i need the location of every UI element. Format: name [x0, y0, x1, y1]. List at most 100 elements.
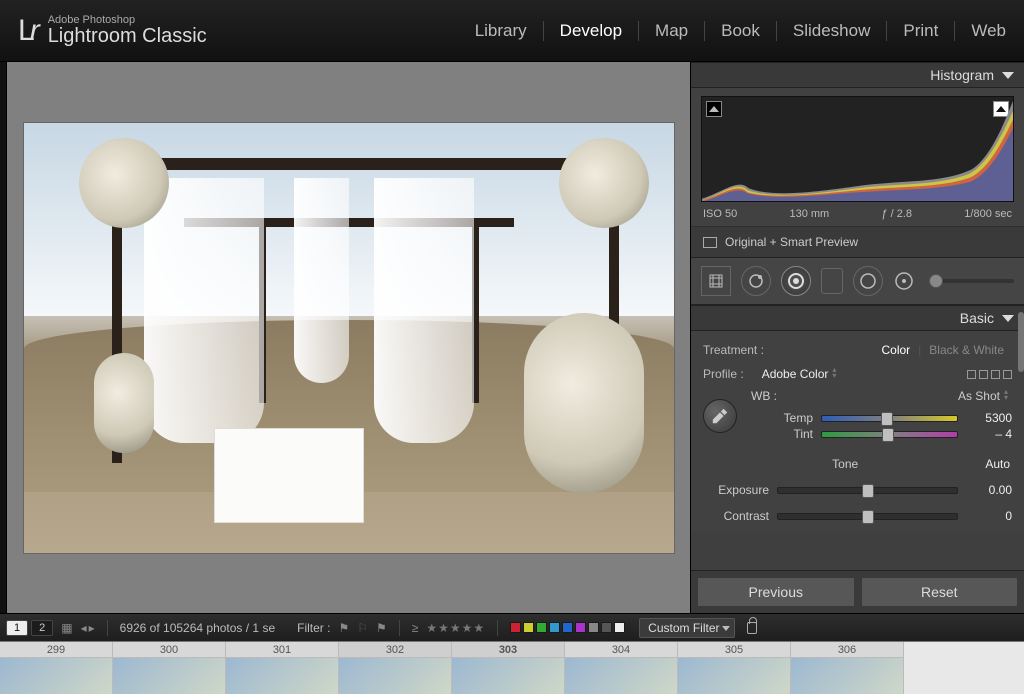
basic-panel: Treatment : Color | Black & White Profil…	[691, 331, 1024, 531]
brush-tool[interactable]	[893, 266, 915, 296]
module-picker: LibraryDevelopMapBookSlideshowPrintWeb	[459, 21, 1006, 41]
histogram-panel: ISO 50 130 mm ƒ / 2.8 1/800 sec	[691, 88, 1024, 226]
module-tab-print[interactable]: Print	[887, 21, 955, 41]
color-label-filter[interactable]	[510, 622, 625, 633]
flag-unflagged-icon[interactable]: ⚐	[357, 621, 368, 635]
module-tab-web[interactable]: Web	[955, 21, 1006, 41]
exposure-label: Exposure	[703, 483, 769, 497]
module-tab-book[interactable]: Book	[705, 21, 777, 41]
thumb-index: 304	[565, 642, 677, 658]
contrast-value[interactable]: 0	[966, 509, 1012, 523]
thumb-index: 305	[678, 642, 790, 658]
contrast-slider[interactable]	[777, 513, 958, 520]
crop-tool[interactable]	[701, 266, 731, 296]
basic-header[interactable]: Basic	[691, 305, 1024, 331]
filmstrip-thumb[interactable]: 303	[452, 642, 565, 694]
exposure-slider[interactable]	[777, 487, 958, 494]
temp-slider[interactable]	[821, 415, 958, 422]
graduated-filter-tool[interactable]	[821, 268, 843, 294]
filmstrip-thumb[interactable]: 300	[113, 642, 226, 694]
wb-label: WB :	[751, 389, 777, 403]
profile-value[interactable]: Adobe Color▴▾	[762, 367, 837, 381]
right-panel: Histogram ISO 50 130 mm ƒ / 2.8 1/800 se…	[690, 62, 1024, 613]
profile-browser-icon[interactable]	[967, 370, 1012, 379]
color-swatch[interactable]	[588, 622, 599, 633]
wb-dropdown[interactable]: As Shot▴▾	[958, 389, 1008, 403]
radial-filter-tool[interactable]	[853, 266, 883, 296]
photo-count-status[interactable]: 6926 of 105264 photos / 1 se	[120, 621, 275, 635]
color-swatch[interactable]	[549, 622, 560, 633]
color-swatch[interactable]	[536, 622, 547, 633]
filmstrip-thumb[interactable]: 304	[565, 642, 678, 694]
next-photo-icon[interactable]: ▸	[89, 621, 95, 635]
rating-filter[interactable]: ★★★★★	[426, 621, 485, 635]
module-tab-develop[interactable]: Develop	[544, 21, 639, 41]
module-tab-slideshow[interactable]: Slideshow	[777, 21, 888, 41]
tint-value[interactable]: – 4	[966, 427, 1012, 441]
flag-rejected-icon[interactable]: ⚑	[376, 621, 387, 635]
flag-picked-icon[interactable]: ⚑	[338, 621, 349, 635]
redeye-tool[interactable]	[781, 266, 811, 296]
spot-removal-tool[interactable]	[741, 266, 771, 296]
filter-lock-icon[interactable]	[747, 622, 757, 634]
tint-slider[interactable]	[821, 431, 958, 438]
display-1[interactable]: 1	[6, 620, 28, 636]
thumb-image	[565, 658, 677, 694]
thumb-image	[791, 658, 903, 694]
color-swatch[interactable]	[614, 622, 625, 633]
module-tab-library[interactable]: Library	[459, 21, 544, 41]
exposure-value[interactable]: 0.00	[966, 483, 1012, 497]
local-tools-row	[691, 257, 1024, 305]
app-logo: Lr Adobe Photoshop Lightroom Classic	[18, 14, 207, 48]
brand-main: Lightroom Classic	[48, 26, 207, 46]
preview-status-row[interactable]: Original + Smart Preview	[691, 226, 1024, 257]
prev-photo-icon[interactable]: ◂	[81, 621, 87, 635]
rating-gte-icon[interactable]: ≥	[412, 621, 419, 635]
color-swatch[interactable]	[562, 622, 573, 633]
module-tab-map[interactable]: Map	[639, 21, 705, 41]
filmstrip-thumb[interactable]: 306	[791, 642, 904, 694]
preview-status-label: Original + Smart Preview	[725, 235, 858, 249]
main-photo	[24, 123, 674, 553]
thumb-image	[226, 658, 338, 694]
logo-mark: Lr	[18, 14, 38, 48]
filmstrip-thumb[interactable]: 302	[339, 642, 452, 694]
secondary-display-toggle[interactable]: 1 2	[6, 620, 53, 636]
contrast-label: Contrast	[703, 509, 769, 523]
image-canvas[interactable]	[7, 62, 690, 613]
filmstrip[interactable]: 299300301302303304305306	[0, 641, 1024, 694]
histogram-header[interactable]: Histogram	[691, 62, 1024, 88]
filmstrip-thumb[interactable]: 305	[678, 642, 791, 694]
thumb-image	[113, 658, 225, 694]
treatment-color[interactable]: Color	[873, 341, 918, 359]
left-panel-collapsed[interactable]	[0, 62, 7, 613]
temp-value[interactable]: 5300	[966, 411, 1012, 425]
custom-filter-dropdown[interactable]: Custom Filter	[639, 618, 734, 638]
exif-shutter: 1/800 sec	[964, 208, 1012, 220]
filmstrip-thumb[interactable]: 301	[226, 642, 339, 694]
tone-auto-button[interactable]: Auto	[985, 457, 1010, 471]
display-2[interactable]: 2	[31, 620, 53, 636]
previous-button[interactable]: Previous	[697, 577, 855, 607]
exif-aperture: ƒ / 2.8	[881, 208, 912, 220]
color-swatch[interactable]	[523, 622, 534, 633]
thumb-index: 299	[0, 642, 112, 658]
thumb-image	[452, 658, 564, 694]
mask-amount-slider[interactable]	[929, 279, 1014, 283]
app-header: Lr Adobe Photoshop Lightroom Classic Lib…	[0, 0, 1024, 62]
grid-view-icon[interactable]: ▦	[61, 621, 72, 635]
color-swatch[interactable]	[575, 622, 586, 633]
profile-label: Profile :	[703, 367, 744, 381]
collapse-icon	[1002, 315, 1014, 322]
color-swatch[interactable]	[510, 622, 521, 633]
wb-eyedropper-tool[interactable]	[703, 399, 737, 433]
reset-button[interactable]: Reset	[861, 577, 1019, 607]
thumb-image	[339, 658, 451, 694]
filmstrip-thumb[interactable]: 299	[0, 642, 113, 694]
thumb-index: 303	[452, 642, 564, 658]
exif-focal: 130 mm	[789, 208, 829, 220]
histogram-graph[interactable]	[701, 96, 1014, 202]
treatment-bw[interactable]: Black & White	[921, 341, 1012, 359]
color-swatch[interactable]	[601, 622, 612, 633]
panel-scrollbar[interactable]	[1018, 312, 1024, 372]
